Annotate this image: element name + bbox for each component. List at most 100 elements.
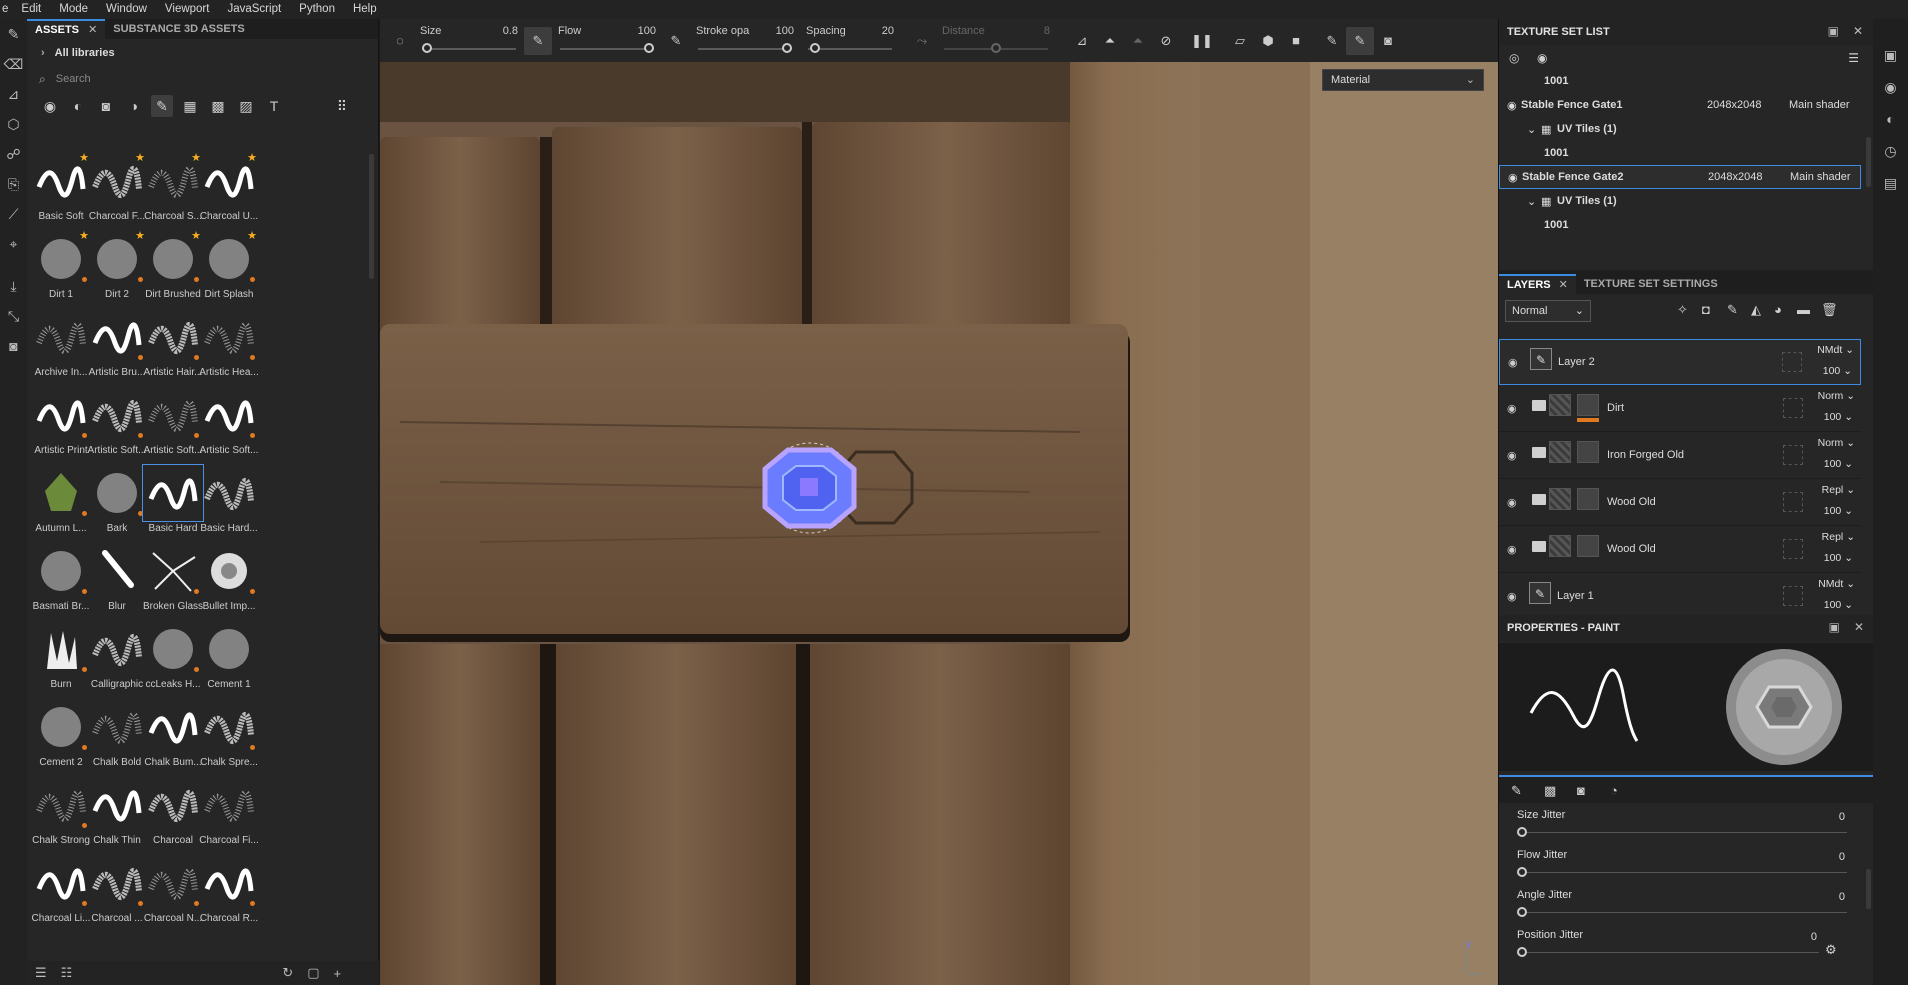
brush-tile[interactable]: Artistic Soft... — [195, 383, 263, 461]
brush-tab-icon[interactable]: ✎ — [1511, 783, 1522, 799]
stroke-opacity-slider[interactable]: Stroke opa 100 — [690, 19, 800, 62]
tab-assets[interactable]: ASSETS ✕ — [27, 19, 106, 39]
layer-opacity[interactable]: 100 ⌄ — [1824, 411, 1853, 423]
smudge-tool-icon[interactable]: ☍ — [0, 139, 27, 169]
list-view-icon[interactable]: ☰ — [35, 965, 47, 981]
3d-view-icon[interactable]: ⬢ — [1254, 27, 1282, 55]
param-knob[interactable] — [1517, 947, 1527, 957]
close-icon[interactable]: ✕ — [1559, 279, 1568, 291]
layer-opacity[interactable]: 100 ⌄ — [1824, 552, 1853, 564]
flow-pen-pressure-icon[interactable]: ✎ — [662, 27, 690, 55]
pause-icon[interactable]: ❚❚ — [1188, 27, 1216, 55]
param-value[interactable]: 0 — [1839, 811, 1845, 823]
filter-list-icon[interactable]: ☷ — [61, 965, 73, 981]
shader-settings-icon[interactable]: ◐ — [1873, 103, 1908, 135]
layer-blend-mode[interactable]: Norm ⌄ — [1818, 390, 1855, 402]
refresh-icon[interactable]: ↻ — [282, 965, 293, 981]
uv-tiles-row[interactable]: ⌄ ▦ UV Tiles (1) — [1499, 189, 1861, 213]
stroke-opacity-knob[interactable] — [782, 43, 792, 53]
brush-tile[interactable]: Basic Hard... — [195, 461, 263, 539]
smart-masks-filter-icon[interactable]: ◙ — [95, 95, 117, 117]
layer-blend-mode[interactable]: NMdt ⌄ — [1817, 344, 1854, 356]
eye-icon[interactable]: ◉ — [1507, 402, 1521, 415]
mask-slot[interactable] — [1782, 352, 1802, 372]
add-fill-layer-icon[interactable]: ◭ — [1751, 302, 1761, 318]
search-field[interactable]: ⌕ Search — [27, 67, 378, 91]
camera-tool-icon[interactable]: ◙ — [0, 331, 27, 361]
symmetry-icon[interactable]: ⏶ — [1096, 27, 1124, 55]
symmetry-disabled-icon[interactable]: ⏶ — [1124, 27, 1152, 55]
textures-filter-icon[interactable]: ▦ — [179, 95, 201, 117]
texture-set-scrollbar[interactable] — [1866, 137, 1871, 187]
picker-tool-icon[interactable]: ⟋ — [0, 199, 27, 229]
lazy-mouse-icon[interactable]: ⤳ — [908, 27, 936, 55]
stencil-tab-icon[interactable]: ◔ — [1610, 783, 1618, 798]
texture-set-row[interactable]: ◉ Stable Fence Gate2 2048x2048 Main shader — [1499, 165, 1861, 189]
visibility-toggle-icon[interactable]: ◎ — [1509, 51, 1519, 65]
param-knob[interactable] — [1517, 907, 1527, 917]
uv-tile-row[interactable]: 1001 — [1499, 69, 1861, 93]
flow-slider[interactable]: Flow 100 — [552, 19, 662, 62]
library-selector[interactable]: › All libraries — [27, 39, 378, 67]
size-slider[interactable]: Size 0.8 — [414, 19, 524, 62]
param-knob[interactable] — [1517, 867, 1527, 877]
smart-materials-filter-icon[interactable]: ◐ — [67, 95, 89, 117]
chevron-down-icon[interactable]: ⌄ — [1527, 195, 1536, 208]
layer-row[interactable]: ◉ ✎ Layer 1 NMdt ⌄ 100 ⌄ — [1499, 574, 1861, 619]
brushes-filter-icon[interactable]: ✎ — [151, 95, 173, 117]
param-slider[interactable]: Position Jitter 0 — [1517, 929, 1819, 969]
brush-tile[interactable]: ★ Charcoal U... — [195, 149, 263, 227]
history-icon[interactable]: ◷ — [1873, 135, 1908, 167]
assets-scrollbar[interactable] — [369, 154, 374, 279]
menu-item-edit[interactable]: Edit — [12, 0, 50, 19]
camera-icon[interactable]: ■ — [1282, 27, 1310, 55]
brush-tile[interactable]: Artistic Hea... — [195, 305, 263, 383]
menu-item-python[interactable]: Python — [290, 0, 344, 19]
log-icon[interactable]: ▤ — [1873, 167, 1908, 199]
add-icon[interactable]: + — [334, 966, 342, 981]
close-icon[interactable]: ✕ — [88, 24, 97, 36]
param-value[interactable]: 0 — [1811, 931, 1817, 943]
layer-row[interactable]: ◉ Dirt Norm ⌄ 100 ⌄ — [1499, 386, 1861, 432]
texture-set-row[interactable]: ◉ Stable Fence Gate1 2048x2048 Main shader — [1499, 93, 1861, 117]
menu-item-javascript[interactable]: JavaScript — [218, 0, 290, 19]
param-slider[interactable]: Angle Jitter 0 — [1517, 889, 1847, 929]
brush-tile[interactable]: Chalk Spre... — [195, 695, 263, 773]
text-filter-icon[interactable]: T — [263, 95, 285, 117]
materials-filter-icon[interactable]: ◉ — [39, 95, 61, 117]
uv-tile-row[interactable]: 1001 — [1499, 213, 1861, 237]
2d-view-icon[interactable]: ▱ — [1226, 27, 1254, 55]
float-panel-icon[interactable]: ▣ — [1828, 24, 1839, 38]
menu-icon[interactable]: ☰ — [1848, 51, 1859, 65]
close-icon[interactable]: ✕ — [1854, 620, 1864, 634]
color-picker-icon[interactable]: ⌖ — [0, 229, 27, 259]
geometry-fill-icon[interactable]: ⬡ — [0, 109, 27, 139]
texture-set-list-icon[interactable]: ▣ — [1873, 39, 1908, 71]
layer-opacity[interactable]: 100 ⌄ — [1823, 365, 1852, 377]
blend-mode-select[interactable]: Normal ⌄ — [1505, 300, 1591, 322]
eye-icon[interactable]: ◉ — [1507, 496, 1521, 509]
occlusion-icon[interactable]: ⊘ — [1152, 27, 1180, 55]
measure-icon[interactable]: ⤡ — [0, 301, 27, 331]
flow-knob[interactable] — [644, 43, 654, 53]
param-knob[interactable] — [1517, 827, 1527, 837]
eye-icon[interactable]: ◉ — [1508, 171, 1518, 184]
brush-tile[interactable]: Charcoal Fi... — [195, 773, 263, 851]
layer-blend-mode[interactable]: Norm ⌄ — [1818, 437, 1855, 449]
mask-slot[interactable] — [1783, 445, 1803, 465]
alphas-filter-icon[interactable]: ▩ — [207, 95, 229, 117]
layer-opacity[interactable]: 100 ⌄ — [1824, 458, 1853, 470]
material-tab-icon[interactable]: ▩ — [1544, 783, 1556, 799]
display-settings-icon[interactable]: ◉ — [1873, 71, 1908, 103]
param-value[interactable]: 0 — [1839, 891, 1845, 903]
uv-tiles-row[interactable]: ⌄ ▦ UV Tiles (1) — [1499, 117, 1861, 141]
eye-icon[interactable]: ◉ — [1507, 449, 1521, 462]
layer-row[interactable]: ◉ Wood Old Repl ⌄ 100 ⌄ — [1499, 527, 1861, 573]
eye-icon[interactable]: ◉ — [1507, 99, 1517, 112]
layer-row[interactable]: ◉ Wood Old Repl ⌄ 100 ⌄ — [1499, 480, 1861, 526]
layer-blend-mode[interactable]: Repl ⌄ — [1822, 484, 1855, 496]
close-icon[interactable]: ✕ — [1853, 24, 1863, 38]
symmetry-settings-icon[interactable]: ⊿ — [1068, 27, 1096, 55]
material-mode-select[interactable]: Material ⌄ — [1322, 69, 1484, 91]
brush-tile[interactable]: Charcoal R... — [195, 851, 263, 929]
